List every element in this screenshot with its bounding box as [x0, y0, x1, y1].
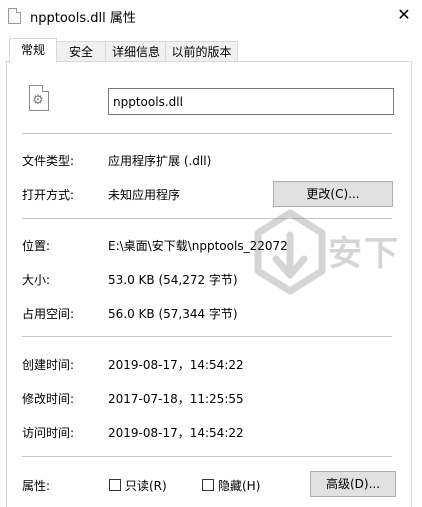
- window-title: npptools.dll 属性: [30, 11, 136, 26]
- file-name-input[interactable]: [108, 88, 394, 115]
- divider: [22, 456, 392, 457]
- readonly-checkbox[interactable]: [109, 479, 121, 491]
- tab-details[interactable]: 详细信息: [105, 41, 167, 62]
- readonly-label[interactable]: 只读(R): [125, 477, 167, 494]
- divider: [22, 133, 392, 134]
- modified-value: 2017-07-18，11:25:55: [108, 392, 244, 406]
- size-value: 53.0 KB (54,272 字节): [108, 273, 238, 287]
- file-type-value: 应用程序扩展 (.dll): [108, 154, 212, 168]
- hidden-checkbox[interactable]: [202, 479, 214, 491]
- size-on-disk-value: 56.0 KB (57,344 字节): [108, 307, 238, 321]
- divider: [22, 336, 392, 337]
- hidden-label[interactable]: 隐藏(H): [218, 477, 260, 494]
- modified-label: 修改时间:: [22, 392, 75, 406]
- size-label: 大小:: [22, 273, 51, 287]
- tab-general[interactable]: 常规: [9, 38, 57, 63]
- close-icon: ✕: [397, 5, 411, 24]
- attributes-label: 属性:: [22, 479, 51, 493]
- accessed-label: 访问时间:: [22, 426, 75, 440]
- advanced-button[interactable]: 高级(D)...: [310, 471, 396, 497]
- accessed-value: 2019-08-17，14:54:22: [108, 426, 244, 440]
- created-value: 2019-08-17，14:54:22: [108, 358, 244, 372]
- close-button[interactable]: ✕: [390, 2, 418, 28]
- gear-icon: ⚙: [32, 93, 44, 108]
- size-on-disk-label: 占用空间:: [22, 307, 75, 321]
- tab-previous-versions[interactable]: 以前的版本: [165, 41, 238, 62]
- location-value: E:\桌面\安下载\npptools_22072: [108, 239, 288, 253]
- change-button[interactable]: 更改(C)...: [273, 181, 393, 207]
- file-icon: [8, 8, 21, 24]
- open-with-label: 打开方式:: [22, 188, 75, 202]
- location-label: 位置:: [22, 239, 51, 253]
- divider: [22, 218, 392, 219]
- file-type-label: 文件类型:: [22, 154, 75, 168]
- tab-security[interactable]: 安全: [55, 41, 107, 62]
- created-label: 创建时间:: [22, 358, 75, 372]
- open-with-value: 未知应用程序: [108, 188, 181, 202]
